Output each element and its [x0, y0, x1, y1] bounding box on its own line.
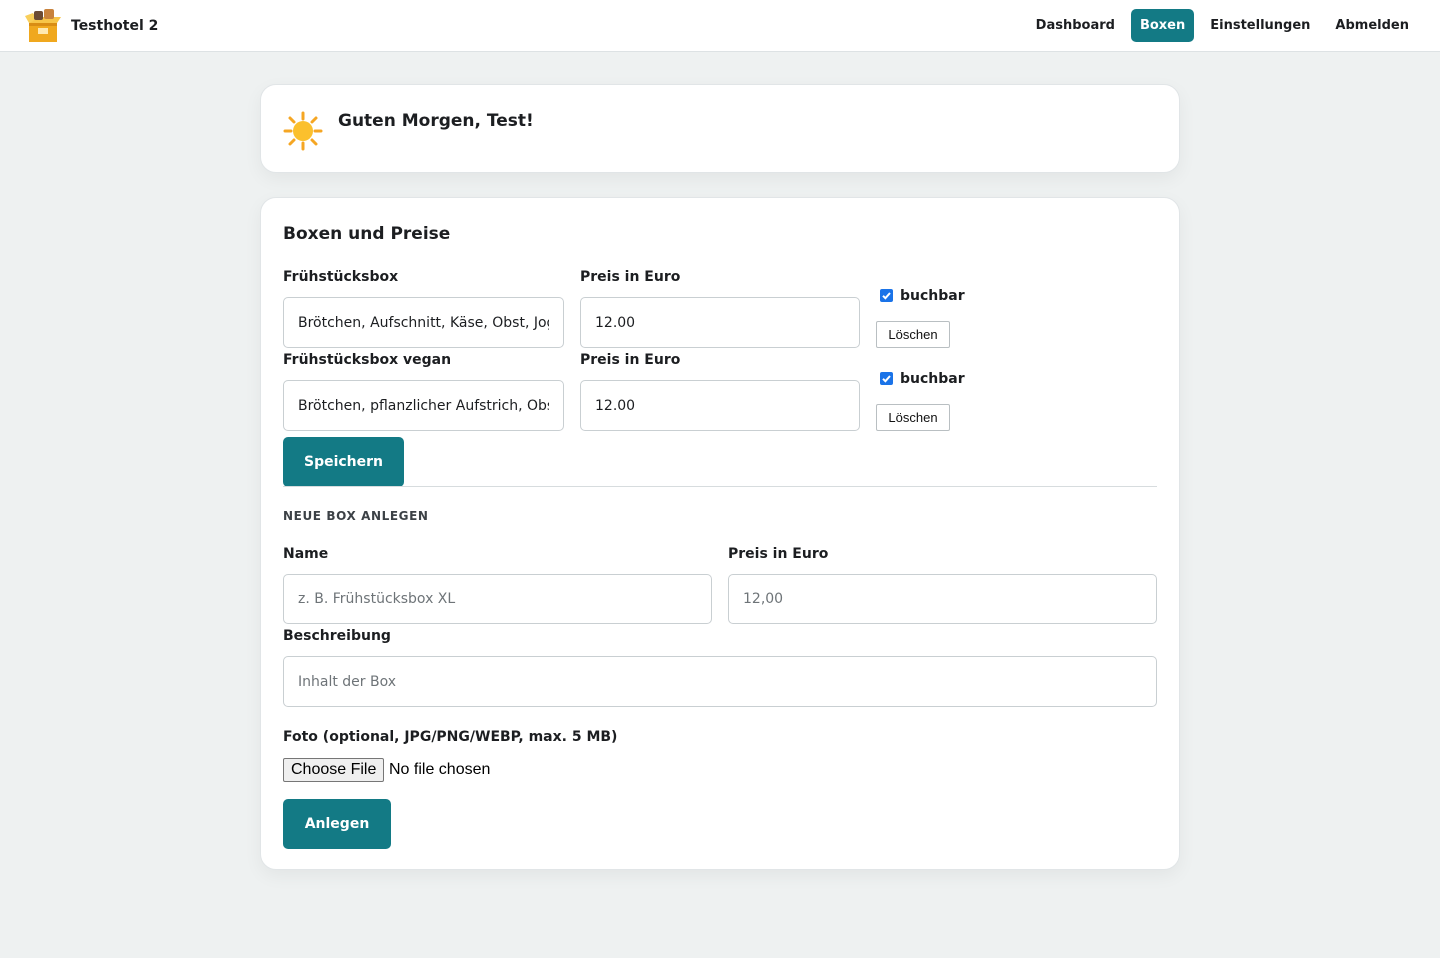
box-name-label: Frühstücksbox vegan	[283, 352, 452, 368]
price-label: Preis in Euro	[580, 269, 681, 285]
top-navigation-bar: Testhotel 2 Dashboard Boxen Einstellunge…	[0, 0, 1440, 52]
price-label: Preis in Euro	[580, 352, 681, 368]
new-price-label: Preis in Euro	[728, 546, 829, 562]
bookable-checkbox[interactable]	[880, 372, 893, 385]
box-name-label: Frühstücksbox	[283, 269, 399, 285]
box-price-input[interactable]	[580, 380, 860, 431]
file-status: No file chosen	[389, 761, 491, 778]
brand-name: Testhotel 2	[71, 18, 159, 34]
delete-button[interactable]: Löschen	[876, 404, 950, 431]
name-label: Name	[283, 546, 329, 562]
photo-label: Foto (optional, JPG/PNG/WEBP, max. 5 MB)	[283, 729, 618, 745]
box-price-input[interactable]	[580, 297, 860, 348]
greeting-text: Guten Morgen, Test!	[338, 111, 534, 131]
boxes-card: Boxen und Preise Frühstücksbox Preis in …	[260, 197, 1180, 870]
sun-icon	[283, 111, 323, 151]
brand[interactable]: Testhotel 2	[24, 9, 158, 43]
save-button[interactable]: Speichern	[283, 437, 404, 487]
divider	[283, 486, 1157, 487]
new-name-input[interactable]	[283, 574, 712, 624]
new-box-heading: NEUE BOX ANLEGEN	[283, 509, 429, 523]
nav-abmelden[interactable]: Abmelden	[1326, 9, 1418, 42]
choose-file-button[interactable]: Choose File	[283, 758, 385, 782]
section-title: Boxen und Preise	[283, 224, 451, 244]
new-description-input[interactable]	[283, 656, 1157, 707]
delete-button[interactable]: Löschen	[876, 321, 950, 348]
bookable-label: buchbar	[900, 371, 965, 387]
new-price-input[interactable]	[728, 574, 1157, 624]
main-nav: Dashboard Boxen Einstellungen Abmelden	[1020, 9, 1418, 42]
nav-dashboard[interactable]: Dashboard	[1027, 9, 1124, 42]
check-icon	[882, 375, 891, 383]
nav-einstellungen[interactable]: Einstellungen	[1201, 9, 1319, 42]
bookable-label: buchbar	[900, 288, 965, 304]
greeting-card: Guten Morgen, Test!	[260, 84, 1180, 173]
check-icon	[882, 292, 891, 300]
create-button[interactable]: Anlegen	[283, 799, 391, 849]
box-description-input[interactable]	[283, 380, 564, 431]
box-logo-icon	[25, 9, 61, 42]
box-description-input[interactable]	[283, 297, 564, 348]
nav-boxen[interactable]: Boxen	[1130, 9, 1195, 42]
description-label: Beschreibung	[283, 628, 391, 644]
bookable-checkbox[interactable]	[880, 289, 893, 302]
